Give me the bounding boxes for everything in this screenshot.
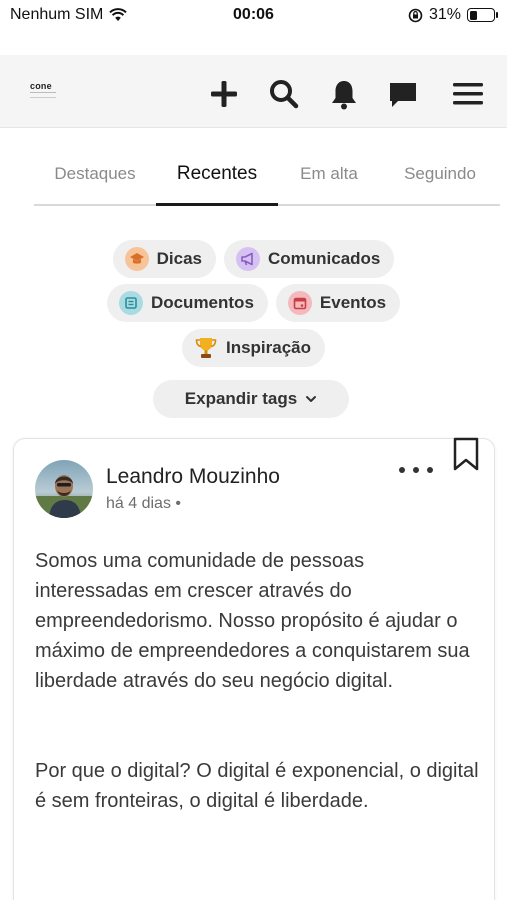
- tag-comunicados[interactable]: Comunicados: [223, 240, 395, 278]
- orientation-lock-icon: [408, 8, 423, 22]
- bookmark-icon[interactable]: [451, 437, 481, 471]
- tag-label: Documentos: [150, 293, 254, 312]
- post-body: Somos uma comunidade de pessoas interess…: [35, 546, 480, 816]
- tag-label: Inspiração: [225, 338, 312, 357]
- post-meta: há 4 dias •: [106, 495, 181, 513]
- search-icon[interactable]: [267, 77, 301, 111]
- tag-label: Eventos: [319, 293, 387, 312]
- app-bar: cone: [0, 55, 507, 128]
- tag-inspiracao[interactable]: Inspiração: [181, 329, 326, 367]
- tag-row-2: Documentos Eventos: [0, 284, 507, 322]
- tag-documentos[interactable]: Documentos: [106, 284, 268, 322]
- chevron-down-icon: [306, 396, 317, 402]
- dot: [399, 467, 405, 473]
- post-paragraph: Por que o digital? O digital é exponenci…: [35, 760, 479, 812]
- dot: [413, 467, 419, 473]
- chat-icon[interactable]: [386, 77, 420, 111]
- post-card: Leandro Mouzinho há 4 dias • Somos uma c…: [13, 437, 495, 900]
- bell-icon[interactable]: [327, 77, 361, 111]
- trophy-icon: [194, 336, 218, 360]
- expand-tags-label: Expandir tags: [184, 389, 298, 408]
- post-paragraph: Somos uma comunidade de pessoas interess…: [35, 550, 470, 692]
- megaphone-icon: [235, 247, 260, 271]
- post-time: há 4 dias: [106, 495, 171, 512]
- avatar[interactable]: [35, 460, 93, 518]
- status-right: 31%: [408, 6, 498, 24]
- logo-text: cone: [30, 81, 52, 91]
- tab-recentes[interactable]: Recentes: [156, 146, 278, 206]
- tag-label: Comunicados: [267, 249, 381, 268]
- logo-subtext-mark: [30, 92, 56, 98]
- battery-percent: 31%: [428, 6, 461, 23]
- tab-destaques[interactable]: Destaques: [34, 146, 156, 204]
- post-author-name[interactable]: Leandro Mouzinho: [106, 465, 280, 489]
- community-logo[interactable]: cone: [30, 81, 62, 103]
- battery-fill: [469, 10, 477, 20]
- battery-icon: [467, 8, 498, 22]
- tag-dicas[interactable]: Dicas: [112, 240, 216, 278]
- graduation-cap-icon: [124, 247, 149, 271]
- tag-eventos[interactable]: Eventos: [275, 284, 401, 322]
- expand-tags-button[interactable]: Expandir tags: [153, 380, 349, 418]
- plus-icon[interactable]: [207, 77, 241, 111]
- more-options-icon[interactable]: [399, 463, 433, 477]
- status-bar: Nenhum SIM 00:06 31%: [0, 0, 507, 32]
- tag-row-3: Inspiração: [0, 329, 507, 367]
- tag-row-1: Dicas Comunicados: [0, 240, 507, 278]
- document-icon: [118, 291, 143, 315]
- tab-em-alta[interactable]: Em alta: [278, 146, 380, 204]
- dot: [427, 467, 433, 473]
- feed-tabs: Destaques Recentes Em alta Seguindo: [34, 146, 500, 206]
- meta-separator: •: [175, 495, 181, 512]
- calendar-icon: [287, 291, 312, 315]
- tag-label: Dicas: [156, 249, 202, 268]
- menu-icon[interactable]: [451, 77, 485, 111]
- tab-seguindo[interactable]: Seguindo: [380, 146, 500, 204]
